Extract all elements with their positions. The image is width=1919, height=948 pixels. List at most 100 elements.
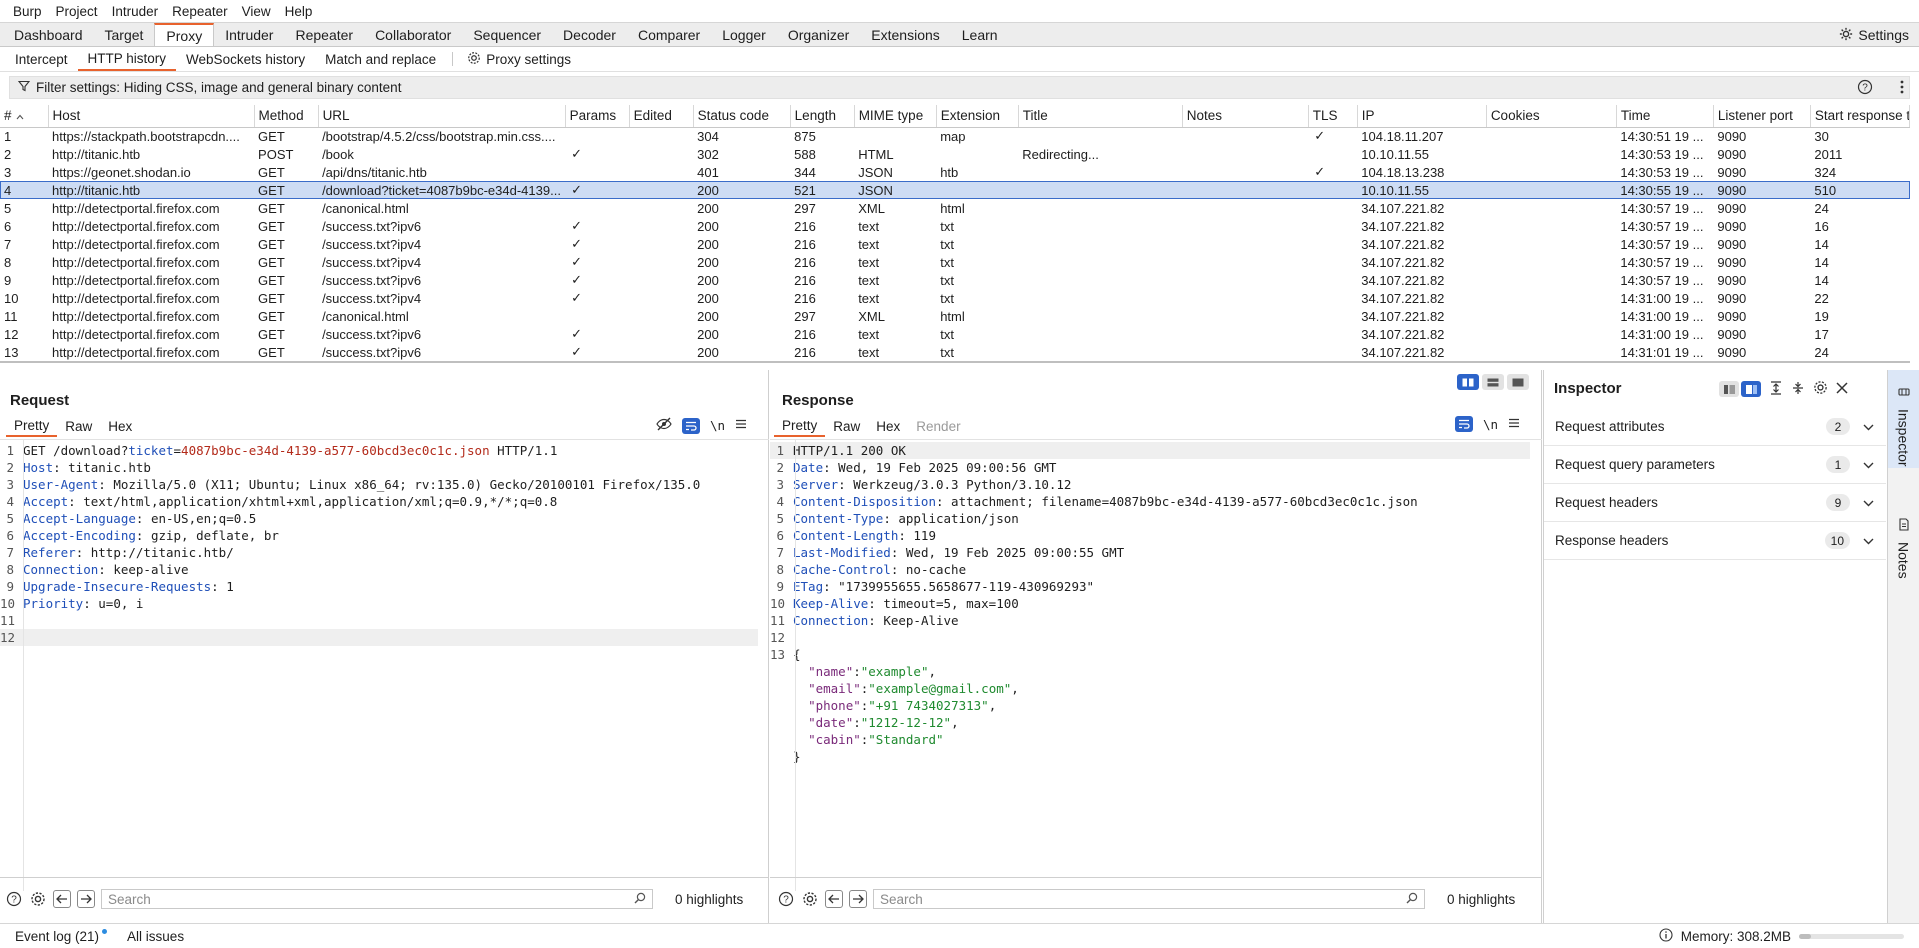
- response-editor[interactable]: 1 HTTP/1.1 200 OK 2 Date: Wed, 19 Feb 2025 …: [770, 442, 1530, 870]
- table-row[interactable]: 1 https://stackpath.bootstrapcdn.... GET/b…: [0, 127, 1910, 145]
- tab-collaborator[interactable]: Collaborator: [364, 23, 462, 46]
- table-row[interactable]: 13 http://detectportal.firefox.com GET/suc…: [0, 343, 1910, 361]
- tab-comparer[interactable]: Comparer: [627, 23, 711, 46]
- layout-list-icon[interactable]: [1719, 381, 1739, 397]
- table-row[interactable]: 4 http://titanic.htb GET/download?ticket=4…: [0, 181, 1910, 199]
- subtab-match-and-replace[interactable]: Match and replace: [315, 47, 446, 71]
- menu-view[interactable]: View: [235, 4, 278, 19]
- column-header-tls[interactable]: TLS: [1308, 105, 1358, 128]
- tab-proxy[interactable]: Proxy: [154, 23, 215, 46]
- tab-organizer[interactable]: Organizer: [777, 23, 860, 46]
- single-pane-icon[interactable]: [1507, 374, 1529, 390]
- table-row[interactable]: 12 http://detectportal.firefox.com GET/suc…: [0, 325, 1910, 343]
- gear-icon[interactable]: [1813, 380, 1828, 398]
- subtab-http-history[interactable]: HTTP history: [77, 47, 177, 71]
- column-header-number[interactable]: #: [0, 105, 49, 128]
- hide-nonprintable-icon[interactable]: [656, 416, 672, 435]
- column-header-cookies[interactable]: Cookies: [1486, 105, 1617, 128]
- more-options-icon[interactable]: [1899, 79, 1905, 98]
- column-header-ip[interactable]: IP: [1357, 105, 1487, 128]
- word-wrap-icon[interactable]: [682, 417, 700, 434]
- response-search-input[interactable]: [880, 891, 1370, 907]
- table-row[interactable]: 8 http://detectportal.firefox.com GET/succ…: [0, 253, 1910, 271]
- request-tab-hex[interactable]: Hex: [100, 415, 140, 437]
- column-header-params[interactable]: Params: [565, 105, 630, 128]
- tab-target[interactable]: Target: [94, 23, 155, 46]
- column-header-method[interactable]: Method: [254, 105, 319, 128]
- response-tab-raw[interactable]: Raw: [825, 415, 868, 437]
- table-row[interactable]: 3 https://geonet.shodan.io GET/api/dns/tit…: [0, 163, 1910, 181]
- help-icon[interactable]: ?: [777, 890, 795, 908]
- table-row[interactable]: 6 http://detectportal.firefox.com GET/succ…: [0, 217, 1910, 235]
- word-wrap-icon[interactable]: [1455, 416, 1473, 432]
- request-search-input[interactable]: [108, 891, 598, 907]
- response-tab-hex[interactable]: Hex: [868, 415, 908, 437]
- column-header-length[interactable]: Length: [790, 105, 855, 128]
- inspector-section-response-headers[interactable]: Response headers 10: [1544, 522, 1886, 560]
- tab-repeater[interactable]: Repeater: [284, 23, 364, 46]
- layout-side-icon[interactable]: [1741, 381, 1761, 397]
- table-row[interactable]: 11 http://detectportal.firefox.com GET/can…: [0, 307, 1910, 325]
- settings-button[interactable]: Settings: [1839, 23, 1909, 47]
- column-header-host[interactable]: Host: [48, 105, 255, 128]
- table-row[interactable]: 7 http://detectportal.firefox.com GET/succ…: [0, 235, 1910, 253]
- menu-help[interactable]: Help: [278, 4, 320, 19]
- collapse-all-icon[interactable]: [1791, 381, 1805, 398]
- column-header-time[interactable]: Time: [1616, 105, 1714, 128]
- request-tab-pretty[interactable]: Pretty: [6, 415, 58, 437]
- column-header-edited[interactable]: Edited: [629, 105, 694, 128]
- menu-burp[interactable]: Burp: [6, 4, 49, 19]
- column-header-extension[interactable]: Extension: [936, 105, 1019, 128]
- table-row[interactable]: 9 http://detectportal.firefox.com GET/succ…: [0, 271, 1910, 289]
- split-rows-icon[interactable]: [1482, 374, 1504, 390]
- inspector-section-request-query-parameters[interactable]: Request query parameters 1: [1544, 446, 1886, 484]
- tab-sequencer[interactable]: Sequencer: [462, 23, 552, 46]
- menu-repeater[interactable]: Repeater: [165, 4, 235, 19]
- column-header-listener-port[interactable]: Listener port: [1713, 105, 1811, 128]
- response-tab-pretty[interactable]: Pretty: [774, 415, 826, 437]
- response-tab-render[interactable]: Render: [908, 415, 968, 437]
- split-columns-icon[interactable]: [1457, 374, 1479, 390]
- gear-icon[interactable]: [801, 890, 819, 908]
- tab-intruder[interactable]: Intruder: [214, 23, 284, 46]
- tab-decoder[interactable]: Decoder: [552, 23, 627, 46]
- tab-learn[interactable]: Learn: [951, 23, 1009, 46]
- side-tab-inspector[interactable]: Inspector: [1888, 370, 1919, 468]
- event-log-link[interactable]: Event log (21): [15, 929, 99, 944]
- tab-extensions[interactable]: Extensions: [860, 23, 950, 46]
- column-header-url[interactable]: URL: [318, 105, 566, 128]
- subtab-intercept[interactable]: Intercept: [5, 47, 78, 71]
- inspector-section-request-attributes[interactable]: Request attributes 2: [1544, 408, 1886, 446]
- next-arrow-icon[interactable]: [849, 890, 867, 908]
- gear-icon[interactable]: [29, 890, 47, 908]
- inspector-section-request-headers[interactable]: Request headers 9: [1544, 484, 1886, 522]
- close-icon[interactable]: [1836, 381, 1848, 397]
- proxy-settings-button[interactable]: Proxy settings: [459, 47, 579, 71]
- filter-bar[interactable]: Filter settings: Hiding CSS, image and g…: [9, 76, 1910, 99]
- tab-logger[interactable]: Logger: [711, 23, 777, 46]
- column-header-status-code[interactable]: Status code: [693, 105, 791, 128]
- all-issues-link[interactable]: All issues: [127, 929, 184, 944]
- menu-intruder[interactable]: Intruder: [105, 4, 166, 19]
- next-arrow-icon[interactable]: [77, 890, 95, 908]
- menu-icon[interactable]: [735, 418, 747, 433]
- menu-icon[interactable]: [1508, 417, 1520, 432]
- help-icon[interactable]: ?: [5, 890, 23, 908]
- request-tab-raw[interactable]: Raw: [57, 415, 100, 437]
- table-row[interactable]: 2 http://titanic.htb POST/book ✓ 302 588 HTML R…: [0, 145, 1910, 163]
- column-header-mime-type[interactable]: MIME type: [854, 105, 937, 128]
- tab-dashboard[interactable]: Dashboard: [3, 23, 94, 46]
- column-header-start-response-t[interactable]: Start response t: [1810, 105, 1910, 128]
- table-row[interactable]: 5 http://detectportal.firefox.com GET/cano…: [0, 199, 1910, 217]
- menu-project[interactable]: Project: [49, 4, 105, 19]
- show-newlines-toggle[interactable]: \n: [1483, 417, 1498, 432]
- side-tab-notes[interactable]: Notes: [1888, 518, 1919, 598]
- help-icon[interactable]: ?: [1857, 79, 1873, 98]
- show-newlines-toggle[interactable]: \n: [710, 418, 725, 433]
- table-row[interactable]: 10 http://detectportal.firefox.com GET/suc…: [0, 289, 1910, 307]
- column-header-notes[interactable]: Notes: [1182, 105, 1309, 128]
- previous-arrow-icon[interactable]: [53, 890, 71, 908]
- subtab-websockets-history[interactable]: WebSockets history: [176, 47, 315, 71]
- column-header-title[interactable]: Title: [1018, 105, 1183, 128]
- expand-all-icon[interactable]: [1769, 380, 1783, 398]
